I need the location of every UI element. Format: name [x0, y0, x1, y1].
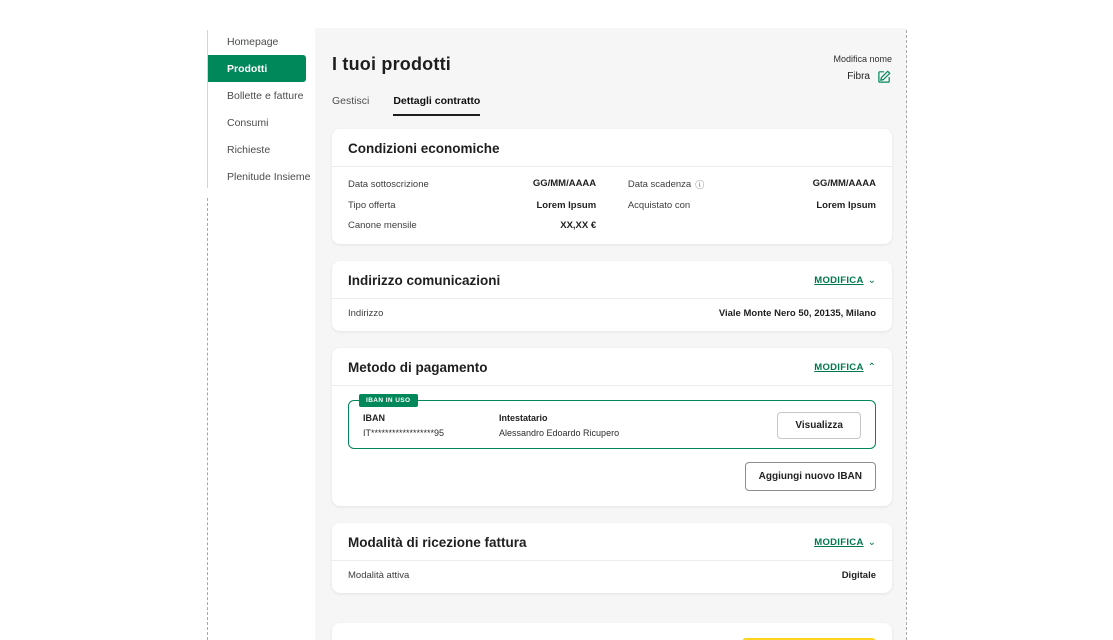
holder-value: Alessandro Edoardo Ricupero [499, 428, 619, 438]
modifica-label: MODIFICA [814, 362, 863, 373]
condizioni-title: Condizioni economiche [348, 141, 500, 156]
sidebar-item-bollette-e-fatture[interactable]: Bollette e fatture [208, 82, 306, 109]
holder-column: Intestatario Alessandro Edoardo Ricupero [499, 413, 619, 438]
tab-bar: Gestisci Dettagli contratto [332, 95, 892, 116]
page-title: I tuoi prodotti [332, 54, 451, 75]
iban-in-uso-badge: IBAN IN USO [359, 394, 418, 407]
condizioni-row: Tipo offerta Lorem Ipsum Acquistato con … [348, 200, 876, 211]
card-indirizzo-comunicazioni: Indirizzo comunicazioni MODIFICA ⌄ Indir… [332, 261, 892, 331]
main-content: I tuoi prodotti Modifica nome Fibra Gest… [315, 28, 906, 640]
field-value: GG/MM/AAAA [533, 178, 596, 191]
field-value: XX,XX € [560, 220, 596, 231]
field-value: Viale Monte Nero 50, 20135, Milano [719, 308, 876, 319]
chevron-down-icon: ⌄ [868, 276, 876, 286]
iban-in-use-box: IBAN IN USO IBAN IT******************95 … [348, 400, 876, 449]
sidebar-item-homepage[interactable]: Homepage [208, 28, 306, 55]
visualizza-button[interactable]: Visualizza [777, 412, 861, 439]
field-value: Lorem Ipsum [537, 200, 597, 211]
modifica-fattura-link[interactable]: MODIFICA ⌄ [814, 537, 876, 548]
field-label: Data scadenza ⓘ [628, 178, 704, 191]
card-metodo-di-pagamento: Metodo di pagamento MODIFICA ⌃ IBAN IN U… [332, 348, 892, 506]
sidebar-nav: Homepage Prodotti Bollette e fatture Con… [208, 28, 306, 190]
condizioni-row: Canone mensile XX,XX € [348, 220, 876, 231]
chevron-down-icon: ⌄ [868, 538, 876, 548]
indirizzo-row: Indirizzo Viale Monte Nero 50, 20135, Mi… [332, 299, 892, 331]
field-value: Lorem Ipsum [816, 200, 876, 211]
card-il-tuo-contratto: Il tuo contratto Scarica sul tuo disposi… [332, 623, 892, 640]
product-name-line: Fibra [833, 69, 892, 84]
left-dashed-guide [207, 198, 208, 640]
modifica-pagamento-link[interactable]: MODIFICA ⌃ [814, 362, 876, 373]
tab-dettagli-contratto[interactable]: Dettagli contratto [393, 95, 480, 116]
field-label: Data sottoscrizione [348, 178, 429, 191]
aggiungi-nuovo-iban-button[interactable]: Aggiungi nuovo IBAN [745, 462, 876, 491]
field-label: Acquistato con [628, 200, 690, 211]
pagamento-title: Metodo di pagamento [348, 360, 488, 375]
product-rename-block: Modifica nome Fibra [833, 54, 892, 84]
modifica-label: MODIFICA [814, 275, 863, 286]
field-label: Tipo offerta [348, 200, 396, 211]
field-data-sottoscrizione: Data sottoscrizione GG/MM/AAAA [348, 178, 596, 191]
condizioni-row: Data sottoscrizione GG/MM/AAAA Data scad… [348, 178, 876, 191]
indirizzo-title: Indirizzo comunicazioni [348, 273, 500, 288]
fattura-row: Modalità attiva Digitale [332, 561, 892, 593]
card-modalita-ricezione-fattura: Modalità di ricezione fattura MODIFICA ⌄… [332, 523, 892, 593]
iban-column: IBAN IT******************95 [363, 413, 499, 438]
product-name: Fibra [847, 71, 870, 82]
info-icon[interactable]: ⓘ [695, 178, 704, 191]
holder-label: Intestatario [499, 413, 619, 423]
page-header: I tuoi prodotti Modifica nome Fibra [332, 54, 892, 84]
edit-pencil-icon[interactable] [877, 69, 892, 84]
sidebar-item-consumi[interactable]: Consumi [208, 109, 306, 136]
modifica-label: MODIFICA [814, 537, 863, 548]
field-value: Digitale [842, 570, 876, 581]
sidebar-item-prodotti[interactable]: Prodotti [208, 55, 306, 82]
condizioni-header: Condizioni economiche [332, 129, 892, 166]
sidebar-item-richieste[interactable]: Richieste [208, 136, 306, 163]
modifica-indirizzo-link[interactable]: MODIFICA ⌄ [814, 275, 876, 286]
field-data-scadenza: Data scadenza ⓘ GG/MM/AAAA [628, 178, 876, 191]
field-acquistato-con: Acquistato con Lorem Ipsum [628, 200, 876, 211]
contratto-header: Il tuo contratto Scarica sul tuo disposi… [332, 623, 892, 640]
field-label: Modalità attiva [348, 570, 409, 581]
add-iban-row: Aggiungi nuovo IBAN [332, 449, 892, 506]
card-condizioni-economiche: Condizioni economiche Data sottoscrizion… [332, 129, 892, 244]
chevron-up-icon: ⌃ [868, 363, 876, 373]
cards-container: Condizioni economiche Data sottoscrizion… [332, 129, 892, 640]
field-tipo-offerta: Tipo offerta Lorem Ipsum [348, 200, 596, 211]
field-value: GG/MM/AAAA [813, 178, 876, 191]
right-dashed-guide [906, 30, 907, 640]
iban-label: IBAN [363, 413, 499, 423]
rename-label: Modifica nome [833, 54, 892, 64]
tab-gestisci[interactable]: Gestisci [332, 95, 369, 116]
iban-value: IT******************95 [363, 428, 499, 438]
field-label: Canone mensile [348, 220, 417, 231]
fattura-header: Modalità di ricezione fattura MODIFICA ⌄ [332, 523, 892, 560]
divider [332, 385, 892, 386]
field-label: Indirizzo [348, 308, 383, 319]
sidebar-item-plenitude-insieme[interactable]: Plenitude Insieme [208, 163, 306, 190]
pagamento-header: Metodo di pagamento MODIFICA ⌃ [332, 348, 892, 385]
field-canone-mensile: Canone mensile XX,XX € [348, 220, 596, 231]
fattura-title: Modalità di ricezione fattura [348, 535, 527, 550]
condizioni-body: Data sottoscrizione GG/MM/AAAA Data scad… [332, 167, 892, 244]
field-label-text: Data scadenza [628, 179, 691, 190]
indirizzo-header: Indirizzo comunicazioni MODIFICA ⌄ [332, 261, 892, 298]
